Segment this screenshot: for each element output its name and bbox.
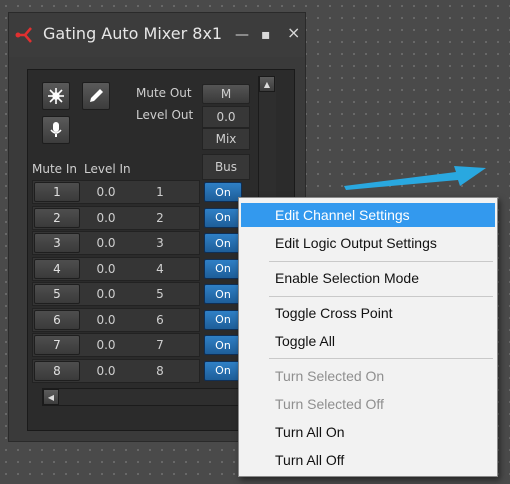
maximize-button[interactable]: ▪ bbox=[261, 28, 271, 42]
level-in-value[interactable]: 0.0 bbox=[86, 181, 126, 203]
level-in-value[interactable]: 0.0 bbox=[86, 334, 126, 356]
mute-out-label: Mute Out bbox=[136, 86, 192, 100]
level-in-value[interactable]: 0.0 bbox=[86, 232, 126, 254]
mute-in-button[interactable]: 3 bbox=[34, 233, 80, 253]
mix-label: Mix bbox=[202, 128, 250, 150]
menu-item-edit-logic-output-settings[interactable]: Edit Logic Output Settings bbox=[241, 231, 495, 255]
menu-item-turn-selected-off: Turn Selected Off bbox=[275, 396, 384, 412]
menu-item-turn-selected-on: Turn Selected On bbox=[275, 368, 385, 384]
context-menu: Edit Channel Settings Edit Logic Output … bbox=[238, 197, 498, 477]
channel-label: 6 bbox=[156, 312, 164, 327]
mute-in-label: Mute In bbox=[32, 162, 78, 176]
cross-point-button[interactable]: On bbox=[204, 309, 242, 330]
mute-in-button[interactable]: 2 bbox=[34, 207, 80, 228]
menu-item-enable-selection-mode[interactable]: Enable Selection Mode bbox=[241, 266, 495, 290]
level-in-value[interactable]: 0.0 bbox=[86, 360, 126, 382]
channel-label: 3 bbox=[156, 236, 164, 250]
menu-item-toggle-cross-point[interactable]: Toggle Cross Point bbox=[241, 301, 495, 325]
menu-separator bbox=[269, 261, 493, 262]
cross-point-button[interactable]: On bbox=[204, 182, 242, 202]
microphone-button[interactable] bbox=[42, 116, 70, 144]
window-title: Gating Auto Mixer 8x1 bbox=[43, 24, 223, 43]
mute-in-button[interactable]: 8 bbox=[34, 360, 80, 381]
menu-item-toggle-all[interactable]: Toggle All bbox=[241, 329, 495, 353]
mute-in-button[interactable]: 4 bbox=[34, 258, 80, 279]
cross-point-button[interactable]: On bbox=[204, 360, 242, 381]
pencil-icon bbox=[90, 89, 103, 102]
menu-item-turn-all-off[interactable]: Turn All Off bbox=[241, 448, 495, 472]
menu-separator bbox=[269, 358, 493, 359]
pointer-arrow-icon bbox=[344, 166, 486, 190]
snowflake-icon bbox=[48, 88, 64, 104]
horizontal-scrollbar[interactable]: ◀ bbox=[42, 388, 256, 406]
menu-separator bbox=[269, 296, 493, 297]
level-in-value[interactable]: 0.0 bbox=[86, 258, 126, 280]
cross-point-button[interactable]: On bbox=[204, 233, 242, 253]
bus-label: Bus bbox=[202, 154, 250, 180]
cross-point-button[interactable]: On bbox=[204, 207, 242, 228]
mute-out-button[interactable]: M bbox=[202, 84, 250, 104]
close-button[interactable]: × bbox=[287, 25, 300, 41]
level-in-value[interactable]: 0.0 bbox=[86, 283, 126, 305]
level-out-label: Level Out bbox=[136, 108, 194, 122]
pencil-button[interactable] bbox=[82, 82, 110, 110]
cross-point-button[interactable]: On bbox=[204, 335, 242, 355]
mute-in-button[interactable]: 5 bbox=[34, 284, 80, 304]
menu-item-turn-all-on[interactable]: Turn All On bbox=[241, 420, 495, 444]
channel-label: 2 bbox=[156, 210, 164, 225]
channel-label: 8 bbox=[156, 363, 164, 378]
level-in-value[interactable]: 0.0 bbox=[86, 207, 126, 229]
mute-in-button[interactable]: 1 bbox=[34, 182, 80, 202]
scroll-left-button[interactable]: ◀ bbox=[43, 389, 59, 405]
title-bar[interactable]: Gating Auto Mixer 8x1 — ▪ × bbox=[9, 13, 305, 57]
scroll-up-button[interactable]: ▲ bbox=[259, 76, 275, 92]
channel-label: 5 bbox=[156, 287, 164, 301]
cross-point-button[interactable]: On bbox=[204, 284, 242, 304]
level-out-value[interactable]: 0.0 bbox=[202, 106, 250, 128]
snowflake-button[interactable] bbox=[42, 82, 70, 110]
mute-in-button[interactable]: 6 bbox=[34, 309, 80, 330]
signal-flow-logo-icon bbox=[15, 27, 32, 43]
minimize-button[interactable]: — bbox=[235, 28, 249, 42]
microphone-icon bbox=[50, 122, 62, 137]
channel-label: 7 bbox=[156, 338, 164, 352]
menu-item-edit-channel-settings[interactable]: Edit Channel Settings bbox=[241, 203, 495, 227]
level-in-value[interactable]: 0.0 bbox=[86, 309, 126, 331]
channel-label: 1 bbox=[156, 185, 164, 199]
mute-in-button[interactable]: 7 bbox=[34, 335, 80, 355]
channel-label: 4 bbox=[156, 261, 164, 276]
level-in-label: Level In bbox=[84, 162, 131, 176]
cross-point-button[interactable]: On bbox=[204, 258, 242, 279]
